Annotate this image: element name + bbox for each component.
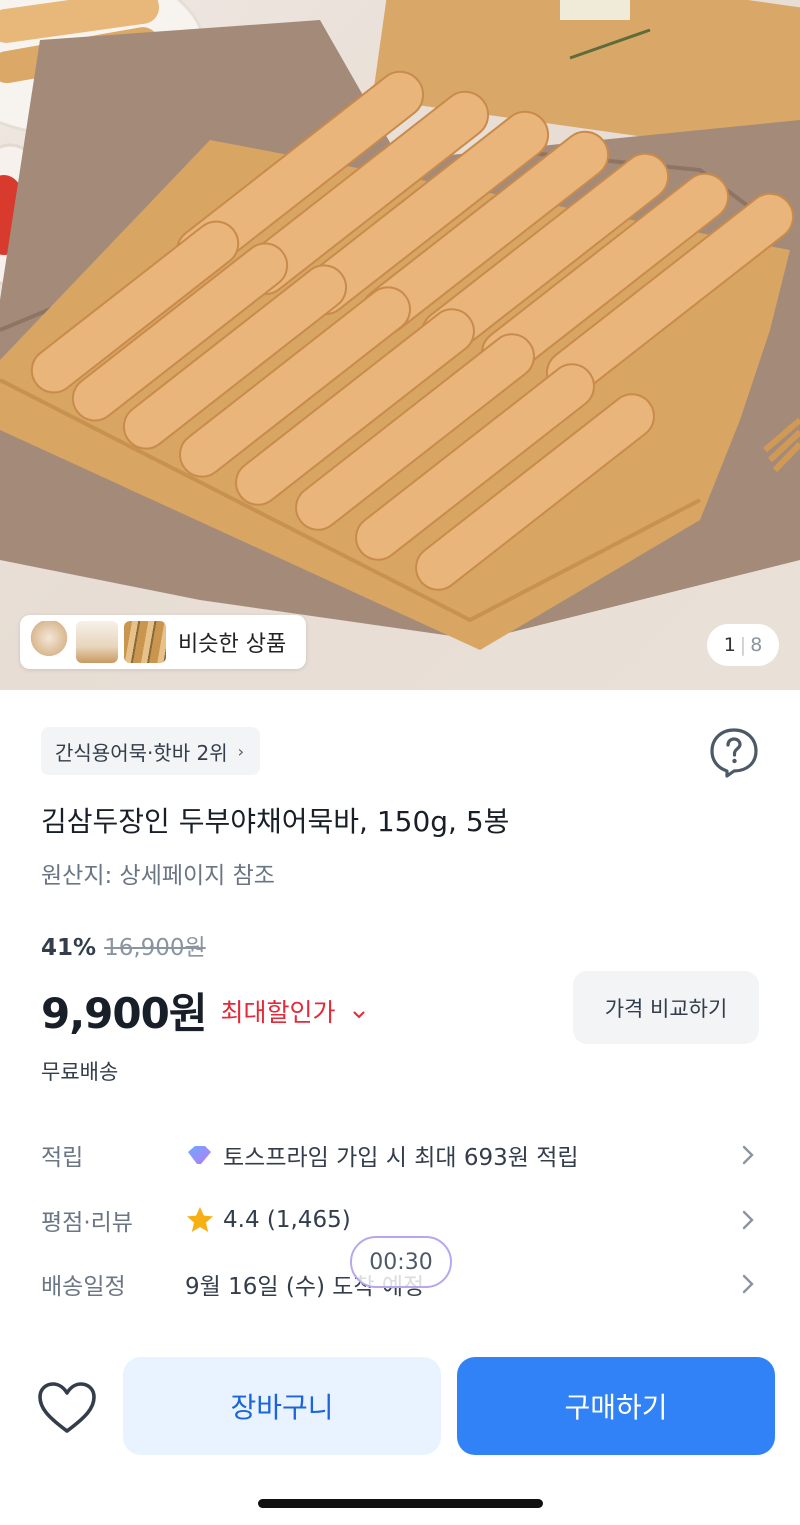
similar-products-button[interactable]: 비슷한 상품 — [20, 615, 306, 669]
rating-value: 4.4 (1,465) — [223, 1207, 351, 1233]
question-bubble-icon[interactable] — [708, 726, 760, 778]
max-discount-toggle[interactable]: 최대할인가 — [221, 993, 366, 1029]
chevron-right-icon — [742, 1210, 754, 1230]
category-rank-label: 간식용어묵·핫바 2위 — [55, 740, 228, 765]
similar-thumbnail — [28, 621, 70, 663]
similar-thumbnail — [76, 621, 118, 663]
original-price: 16,900원 — [104, 935, 206, 961]
timer-badge[interactable]: 00:30 — [350, 1236, 452, 1288]
toss-prime-icon — [188, 1146, 211, 1164]
product-detail-page: 비슷한 상품 1 | 8 간식용어묵·핫바 2위 › 김삼두장인 두부야채어묵바… — [0, 0, 800, 1525]
points-label: 적립 — [41, 1145, 84, 1171]
chevron-down-icon — [353, 1011, 365, 1018]
price-compare-button[interactable]: 가격 비교하기 — [573, 971, 759, 1044]
chevron-right-icon — [742, 1145, 754, 1165]
image-pager: 1 | 8 — [707, 624, 779, 666]
home-indicator[interactable] — [258, 1499, 543, 1508]
pager-total: 8 — [750, 634, 763, 656]
discount-rate: 41% — [41, 935, 97, 961]
product-image-carousel[interactable]: 비슷한 상품 1 | 8 — [0, 0, 800, 690]
product-photo — [0, 0, 800, 650]
product-origin: 원산지: 상세페이지 참조 — [41, 863, 275, 889]
similar-thumbnail — [124, 621, 166, 663]
star-icon — [187, 1207, 213, 1232]
pager-separator: | — [739, 634, 747, 656]
rating-label: 평점·리뷰 — [41, 1210, 133, 1236]
points-row[interactable]: 적립 토스프라임 가입 시 최대 693원 적립 — [41, 1130, 761, 1180]
category-rank-chip[interactable]: 간식용어묵·핫바 2위 › — [41, 727, 261, 775]
heart-icon[interactable] — [36, 1380, 98, 1436]
sale-price: 9,900원 — [41, 989, 207, 1038]
points-value: 토스프라임 가입 시 최대 693원 적립 — [223, 1145, 579, 1171]
chevron-right-icon — [742, 1274, 754, 1294]
rating-value-wrap: 4.4 (1,465) — [185, 1205, 351, 1235]
points-value-wrap: 토스프라임 가입 시 최대 693원 적립 — [185, 1138, 579, 1172]
discount-row: 41% 16,900원 — [41, 928, 206, 962]
product-title: 김삼두장인 두부야채어묵바, 150g, 5봉 — [41, 805, 510, 838]
pager-current: 1 — [723, 634, 736, 656]
chevron-right-icon: › — [237, 741, 245, 761]
price-row: 9,900원 최대할인가 — [41, 980, 365, 1041]
shipping-info: 무료배송 — [41, 1060, 119, 1084]
delivery-label: 배송일정 — [41, 1274, 126, 1300]
buy-now-button[interactable]: 구매하기 — [457, 1357, 775, 1455]
add-to-cart-button[interactable]: 장바구니 — [123, 1357, 441, 1455]
max-discount-label: 최대할인가 — [220, 997, 336, 1027]
similar-products-label: 비슷한 상품 — [178, 632, 287, 657]
